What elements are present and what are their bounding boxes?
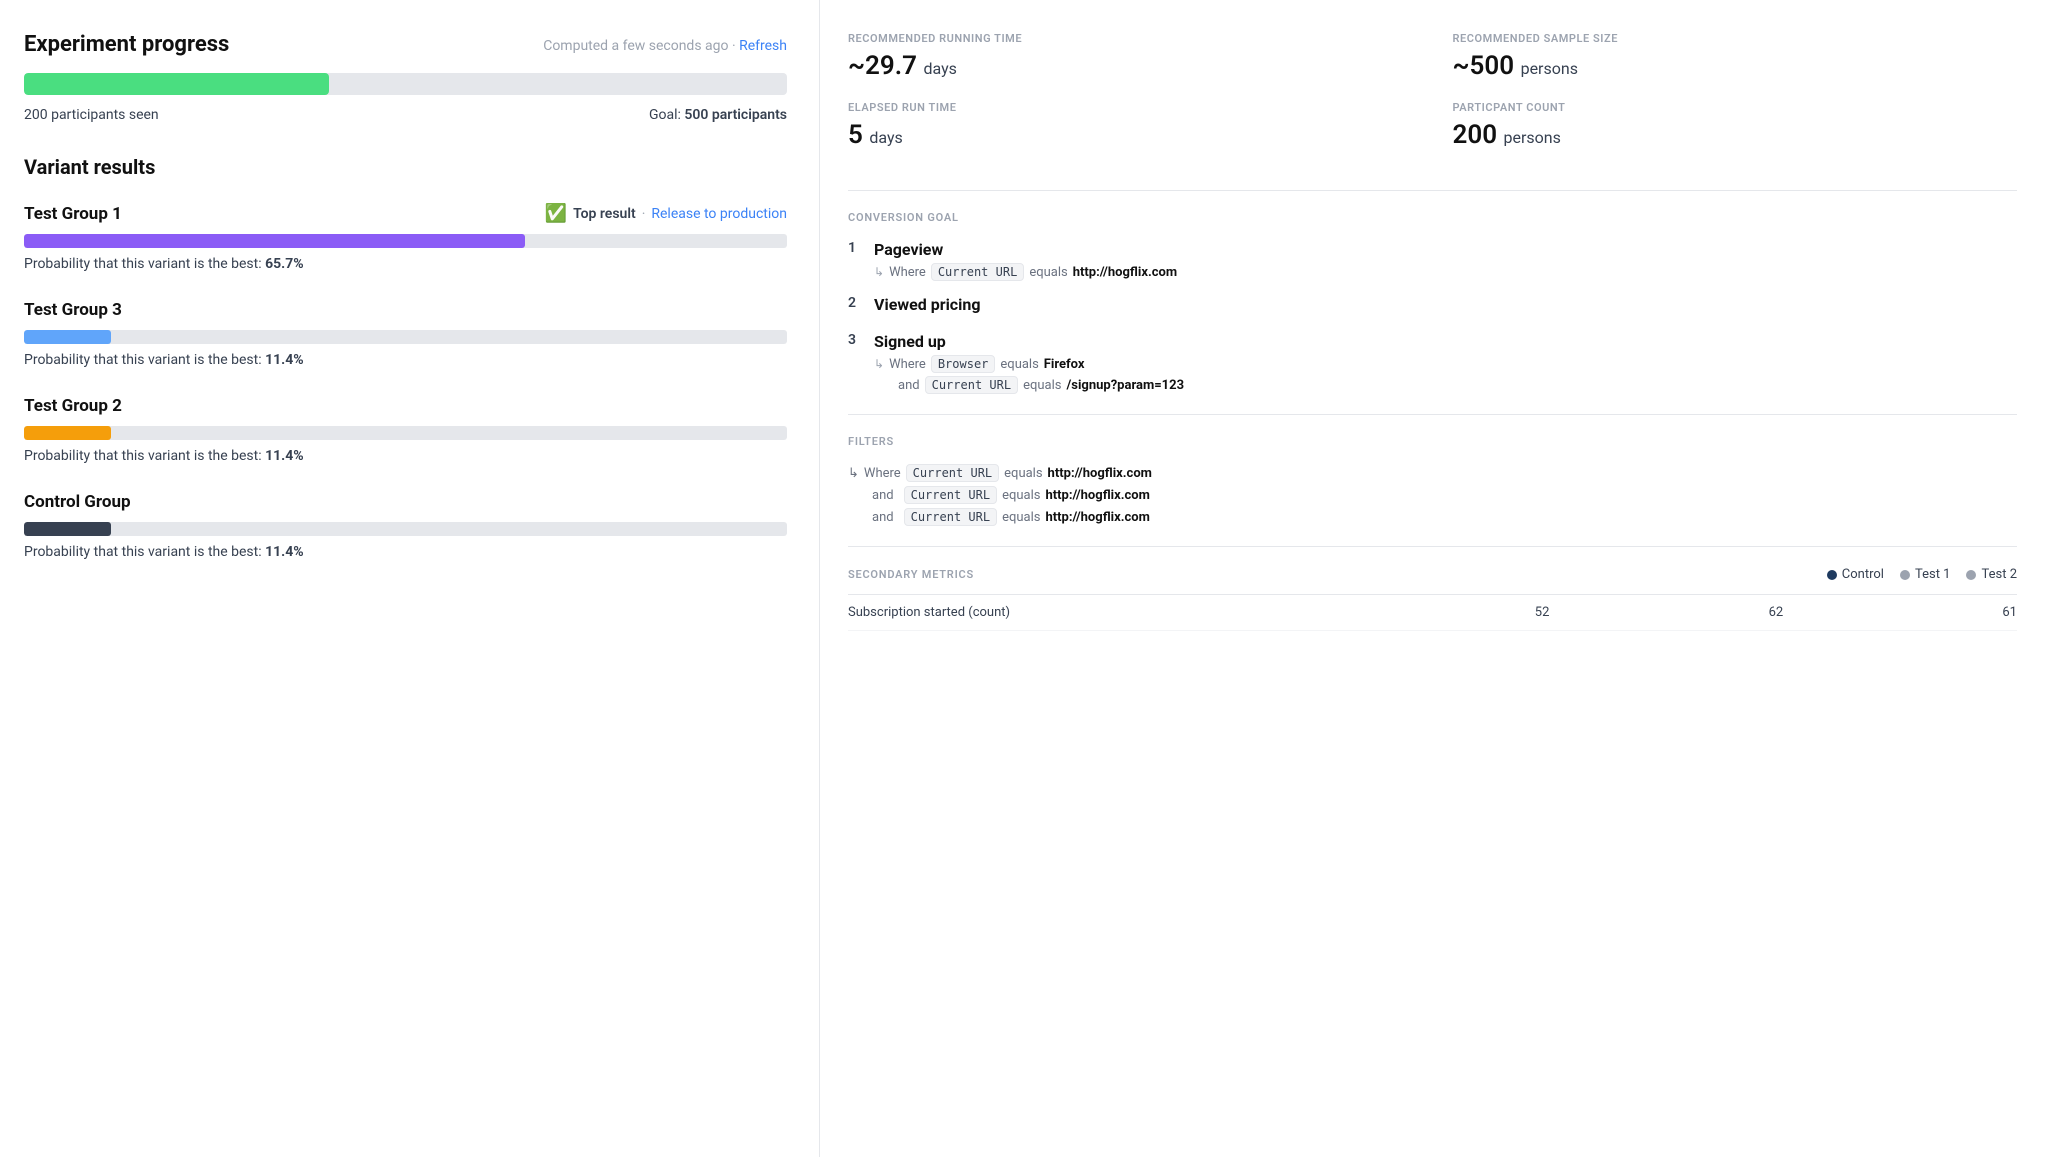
variant-probability-test2: Probability that this variant is the bes… <box>24 448 787 464</box>
legend: Control Test 1 Test 2 <box>1827 567 2017 582</box>
computed-info: Computed a few seconds ago · Refresh <box>543 35 787 54</box>
experiment-title: Experiment progress <box>24 32 229 57</box>
variant-group-name-test1: Test Group 1 <box>24 204 122 224</box>
conversion-goal-label: CONVERSION GOAL <box>848 211 2017 224</box>
release-to-production-button[interactable]: Release to production <box>651 206 787 222</box>
goal-item-1: 1 Pageview ↳ Where Current URL equals ht… <box>848 240 2017 281</box>
arrow-icon: ↳ <box>874 265 884 279</box>
variant-bar-container-control <box>24 522 787 536</box>
goal-name-2: Viewed pricing <box>874 295 2017 314</box>
participant-label: PARTICPANT COUNT <box>1453 101 2018 114</box>
variant-group-name-test3: Test Group 3 <box>24 300 122 320</box>
legend-label-test2: Test 2 <box>1981 567 2017 582</box>
legend-dot-control <box>1827 570 1837 580</box>
filter-item-3: and Current URL equals http://hogflix.co… <box>872 508 2017 526</box>
divider-3 <box>848 546 2017 547</box>
refresh-button[interactable]: Refresh <box>739 38 787 54</box>
conversion-goal-list: 1 Pageview ↳ Where Current URL equals ht… <box>848 240 2017 394</box>
participant-count: PARTICPANT COUNT 200 persons <box>1433 101 2018 170</box>
divider-1 <box>848 190 2017 191</box>
variant-group-name-test2: Test Group 2 <box>24 396 122 416</box>
legend-label-control: Control <box>1842 567 1884 582</box>
elapsed-run-time: ELAPSED RUN TIME 5 days <box>848 101 1433 170</box>
goal-name-1: Pageview <box>874 240 2017 259</box>
progress-labels: 200 participants seen Goal: 500 particip… <box>24 107 787 123</box>
computed-text: Computed a few seconds ago · <box>543 38 739 54</box>
goal-item-3: 3 Signed up ↳ Where Browser equals Firef… <box>848 332 2017 394</box>
metrics-value-3: 61 <box>1783 605 2017 620</box>
tag-current-url-3b: Current URL <box>925 376 1018 394</box>
variant-bar-container-test2 <box>24 426 787 440</box>
variant-bar-fill-test1 <box>24 234 525 248</box>
variant-group-test3: Test Group 3 Probability that this varia… <box>24 300 787 368</box>
variant-group-test2: Test Group 2 Probability that this varia… <box>24 396 787 464</box>
goal-condition-3b: and Current URL equals /signup?param=123 <box>898 376 2017 394</box>
stat-grid: RECOMMENDED RUNNING TIME ~29.7 days RECO… <box>848 32 2017 170</box>
variant-probability-test3: Probability that this variant is the bes… <box>24 352 787 368</box>
legend-test1: Test 1 <box>1900 567 1951 582</box>
variant-probability-control: Probability that this variant is the bes… <box>24 544 787 560</box>
top-result-badge: ✅ Top result · Release to production <box>545 203 787 224</box>
legend-label-test1: Test 1 <box>1915 567 1951 582</box>
divider-2 <box>848 414 2017 415</box>
variant-group-name-control: Control Group <box>24 492 131 512</box>
goal-condition-3a: ↳ Where Browser equals Firefox <box>874 355 2017 373</box>
metrics-value-2: 62 <box>1549 605 1783 620</box>
rec-sample-value: ~500 persons <box>1453 51 2018 81</box>
progress-bar-fill <box>24 73 329 95</box>
tag-filter-url-2: Current URL <box>904 486 997 504</box>
participants-seen: 200 participants seen <box>24 107 159 123</box>
progress-goal: Goal: 500 participants <box>649 107 787 123</box>
variant-group-control: Control Group Probability that this vari… <box>24 492 787 560</box>
top-result-label: Top result <box>573 206 636 222</box>
goal-name-3: Signed up <box>874 332 2017 351</box>
right-panel: RECOMMENDED RUNNING TIME ~29.7 days RECO… <box>820 0 2045 1157</box>
secondary-metrics-header: SECONDARY METRICS Control Test 1 Test 2 <box>848 567 2017 582</box>
left-panel: Experiment progress Computed a few secon… <box>0 0 820 1157</box>
metrics-value-1: 52 <box>1316 605 1550 620</box>
goal-number-1: 1 <box>848 240 862 256</box>
legend-dot-test1 <box>1900 570 1910 580</box>
tag-filter-url-1: Current URL <box>906 464 999 482</box>
rec-run-time-value: ~29.7 days <box>848 51 1433 81</box>
metrics-table-row: Subscription started (count) 52 62 61 <box>848 595 2017 631</box>
experiment-header: Experiment progress Computed a few secon… <box>24 32 787 57</box>
tag-current-url-1: Current URL <box>931 263 1024 281</box>
variant-bar-container-test3 <box>24 330 787 344</box>
participant-value: 200 persons <box>1453 120 2018 150</box>
rec-sample-size: RECOMMENDED SAMPLE SIZE ~500 persons <box>1433 32 2018 101</box>
goal-number-3: 3 <box>848 332 862 348</box>
goal-number-2: 2 <box>848 295 862 311</box>
variant-results-title: Variant results <box>24 155 787 179</box>
variant-probability-test1: Probability that this variant is the bes… <box>24 256 787 272</box>
variant-group-test1: Test Group 1 ✅ Top result · Release to p… <box>24 203 787 272</box>
variant-bar-fill-test2 <box>24 426 111 440</box>
rec-run-time-label: RECOMMENDED RUNNING TIME <box>848 32 1433 45</box>
legend-test2: Test 2 <box>1966 567 2017 582</box>
elapsed-value: 5 days <box>848 120 1433 150</box>
tag-filter-url-3: Current URL <box>904 508 997 526</box>
arrow-icon-f1: ↳ <box>848 466 859 481</box>
metrics-row-label: Subscription started (count) <box>848 605 1316 620</box>
legend-dot-test2 <box>1966 570 1976 580</box>
rec-run-time: RECOMMENDED RUNNING TIME ~29.7 days <box>848 32 1433 101</box>
elapsed-label: ELAPSED RUN TIME <box>848 101 1433 114</box>
secondary-metrics-label: SECONDARY METRICS <box>848 568 974 581</box>
variant-bar-fill-control <box>24 522 111 536</box>
variant-bar-fill-test3 <box>24 330 111 344</box>
checkmark-icon: ✅ <box>545 203 567 224</box>
progress-bar-container <box>24 73 787 95</box>
goal-item-2: 2 Viewed pricing <box>848 295 2017 318</box>
metrics-table: Subscription started (count) 52 62 61 <box>848 594 2017 631</box>
filter-item-2: and Current URL equals http://hogflix.co… <box>872 486 2017 504</box>
filters-label: FILTERS <box>848 435 2017 448</box>
legend-control: Control <box>1827 567 1884 582</box>
variant-bar-container-test1 <box>24 234 787 248</box>
tag-browser: Browser <box>931 355 996 373</box>
filters-section: FILTERS ↳ Where Current URL equals http:… <box>848 435 2017 526</box>
arrow-icon-3a: ↳ <box>874 357 884 371</box>
filter-item-1: ↳ Where Current URL equals http://hogfli… <box>848 464 2017 482</box>
rec-sample-label: RECOMMENDED SAMPLE SIZE <box>1453 32 2018 45</box>
goal-condition-1: ↳ Where Current URL equals http://hogfli… <box>874 263 2017 281</box>
